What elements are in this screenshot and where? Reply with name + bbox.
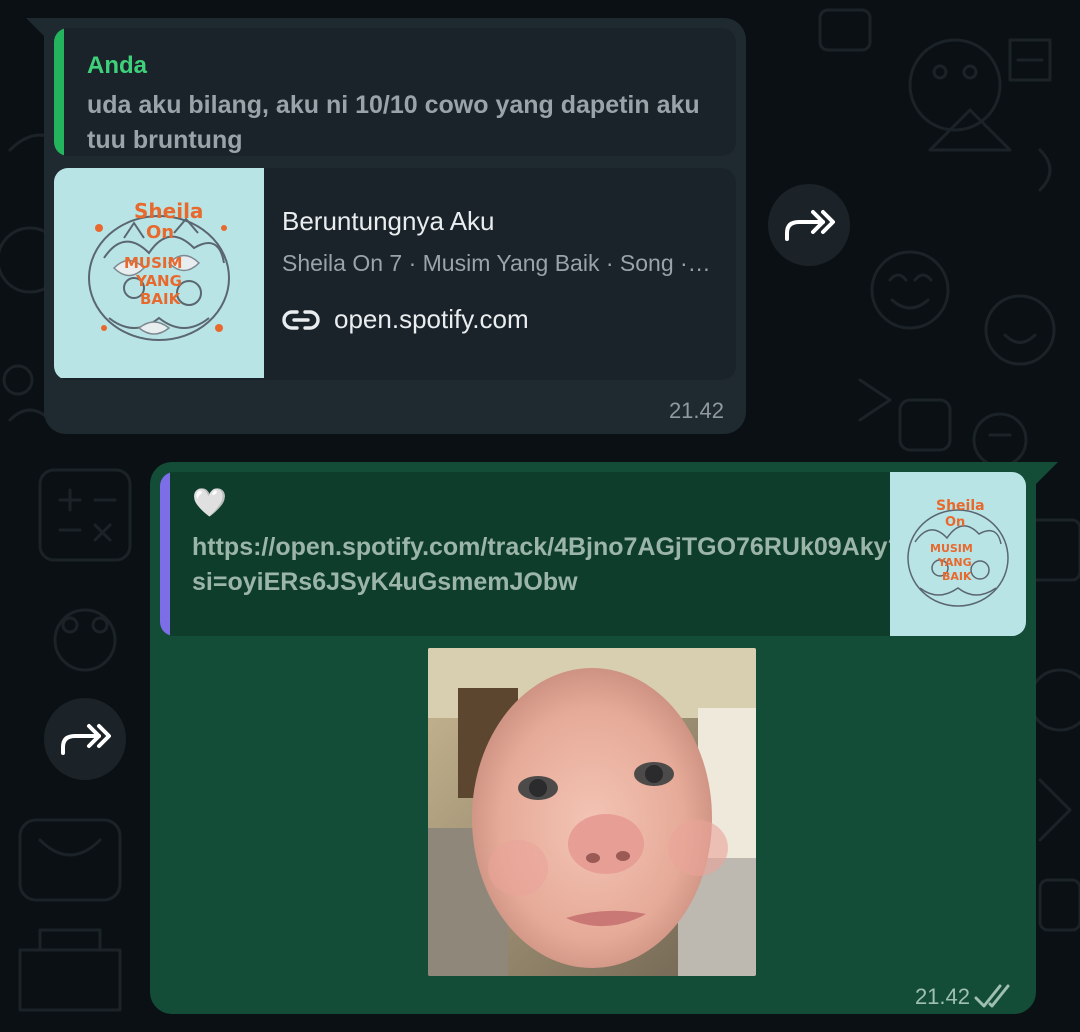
svg-text:MUSIM: MUSIM bbox=[124, 254, 182, 272]
link-icon bbox=[282, 309, 320, 330]
svg-text:BAIK: BAIK bbox=[942, 570, 972, 583]
quote-spotify-url: https://open.spotify.com/track/4Bjno7AGj… bbox=[192, 533, 903, 596]
baby-face-photo[interactable] bbox=[428, 648, 756, 976]
svg-text:On: On bbox=[945, 515, 965, 530]
message-timestamp: 21.42 bbox=[668, 398, 724, 423]
link-preview-domain: open.spotify.com bbox=[334, 304, 529, 334]
double-check-icon bbox=[974, 984, 1010, 1008]
album-cover-musim-yang-baik-icon: Sheila On MUSIM YANG BAIK bbox=[890, 472, 1026, 636]
quote-accent-bar bbox=[160, 472, 170, 636]
svg-text:On: On bbox=[146, 222, 174, 243]
link-preview-url-row: open.spotify.com bbox=[282, 304, 529, 335]
svg-text:YANG: YANG bbox=[135, 272, 182, 290]
message-timestamp: 21.42 bbox=[914, 984, 970, 1009]
link-preview-subtitle: Sheila On 7 · Musim Yang Baik · Song · 2… bbox=[282, 250, 716, 276]
quoted-reply[interactable]: 🤍 https://open.spotify.com/track/4Bjno7A… bbox=[160, 472, 1026, 636]
quoted-reply[interactable]: Anda uda aku bilang, aku ni 10/10 cowo y… bbox=[54, 28, 736, 156]
incoming-message-bubble[interactable]: Anda uda aku bilang, aku ni 10/10 cowo y… bbox=[44, 18, 746, 434]
svg-text:BAIK: BAIK bbox=[140, 290, 182, 308]
forward-button[interactable] bbox=[768, 184, 850, 266]
forward-button[interactable] bbox=[44, 698, 126, 780]
svg-text:YANG: YANG bbox=[937, 556, 972, 569]
forward-icon bbox=[61, 724, 111, 755]
outgoing-message-bubble[interactable]: 🤍 https://open.spotify.com/track/4Bjno7A… bbox=[150, 462, 1036, 1014]
white-heart-emoji: 🤍 bbox=[192, 487, 227, 518]
quote-text: uda aku bilang, aku ni 10/10 cowo yang d… bbox=[87, 91, 700, 154]
spotify-link-preview[interactable]: Sheila On MUSIM YANG BAIK Beruntungnya A… bbox=[54, 168, 736, 380]
link-preview-title: Beruntungnya Aku bbox=[282, 206, 495, 236]
outgoing-bubble-tail bbox=[1036, 462, 1058, 484]
svg-text:Sheila: Sheila bbox=[936, 498, 985, 514]
svg-text:MUSIM: MUSIM bbox=[930, 542, 973, 555]
quote-accent-bar bbox=[54, 28, 64, 156]
svg-text:Sheila: Sheila bbox=[134, 199, 203, 223]
album-cover-musim-yang-baik-icon: Sheila On MUSIM YANG BAIK bbox=[54, 168, 264, 378]
forward-icon bbox=[785, 210, 835, 241]
quote-author: Anda bbox=[87, 52, 147, 79]
